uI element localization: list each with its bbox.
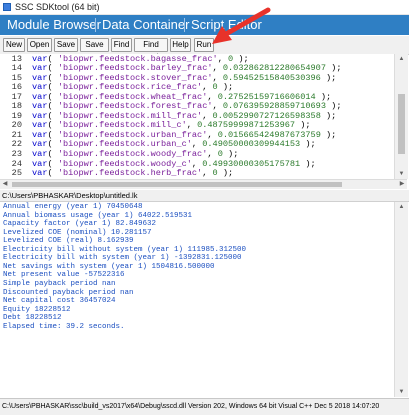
scroll-down-icon[interactable]: ▼ — [395, 387, 408, 397]
file-path-bar: C:\Users\PBHASKAR\Desktop\untitled.lk — [0, 190, 409, 202]
output-line: Levelized COE (real) 8.162939 — [3, 237, 134, 246]
save-button[interactable]: Save — [54, 38, 78, 52]
output-line: Equity 18228512 — [3, 306, 71, 315]
scroll-left-icon[interactable]: ◀ — [0, 180, 10, 189]
tab-separator — [95, 18, 96, 32]
output-line: Levelized COE (nominal) 10.281157 — [3, 229, 152, 238]
scrollbar-thumb[interactable] — [398, 94, 405, 154]
scroll-down-icon[interactable]: ▼ — [395, 169, 408, 179]
output-line: Elapsed time: 39.2 seconds. — [3, 323, 125, 332]
output-line: Simple payback period nan — [3, 280, 116, 289]
app-icon — [3, 3, 11, 11]
tab-module-browser[interactable]: Module Browser — [2, 15, 106, 35]
scrollbar-thumb[interactable] — [12, 182, 342, 187]
tab-separator — [184, 18, 185, 32]
output-line: Capacity factor (year 1) 82.849632 — [3, 220, 156, 229]
output-line: Electricity bill with system (year 1) -1… — [3, 254, 242, 263]
tab-script-editor[interactable]: Script Editor — [186, 15, 267, 35]
open-button[interactable]: Open — [27, 38, 52, 52]
scroll-up-icon[interactable]: ▲ — [395, 54, 408, 64]
find-button[interactable]: Find — [111, 38, 132, 52]
script-editor[interactable]: 13var( 'biopwr.feedstock.bagasse_frac', … — [0, 54, 394, 179]
title-bar: SSC SDKtool (64 bit) — [0, 0, 409, 15]
tab-bar: Module Browser Data Container Script Edi… — [0, 15, 409, 35]
run-button[interactable]: Run — [194, 38, 214, 52]
editor-vertical-scrollbar[interactable]: ▲ ▼ — [394, 54, 408, 179]
output-line: Discounted payback period nan — [3, 289, 134, 298]
output-line: Electricity bill without system (year 1)… — [3, 246, 246, 255]
output-line: Net savings with system (year 1) 1504816… — [3, 263, 215, 272]
output-line: Annual energy (year 1) 70450648 — [3, 203, 143, 212]
find-next-button[interactable]: Find next — [134, 38, 168, 52]
output-line: Net present value -57522316 — [3, 271, 125, 280]
output-line: Annual biomass usage (year 1) 64022.5195… — [3, 212, 192, 221]
save-as-button[interactable]: Save as — [80, 38, 109, 52]
help-button[interactable]: Help — [170, 38, 191, 52]
output-vertical-scrollbar[interactable]: ▲ ▼ — [394, 202, 408, 397]
output-line: Net capital cost 36457024 — [3, 297, 116, 306]
file-path: C:\Users\PBHASKAR\Desktop\untitled.lk — [2, 190, 137, 201]
tab-data-container[interactable]: Data Container — [97, 15, 194, 35]
window-title: SSC SDKtool (64 bit) — [15, 0, 100, 14]
status-bar: C:\Users\PBHASKAR\ssc\build_vs2017\x64\D… — [0, 398, 409, 415]
status-text: C:\Users\PBHASKAR\ssc\build_vs2017\x64\D… — [2, 399, 379, 415]
output-console[interactable]: Annual energy (year 1) 70450648Annual bi… — [0, 202, 394, 397]
scroll-up-icon[interactable]: ▲ — [395, 202, 408, 212]
toolbar: New Open Save Save as Find Find next Hel… — [0, 36, 409, 55]
output-line: Debt 18228512 — [3, 314, 62, 323]
editor-horizontal-scrollbar[interactable]: ◀ ▶ — [0, 179, 407, 189]
scroll-right-icon[interactable]: ▶ — [397, 180, 407, 189]
new-button[interactable]: New — [3, 38, 25, 52]
